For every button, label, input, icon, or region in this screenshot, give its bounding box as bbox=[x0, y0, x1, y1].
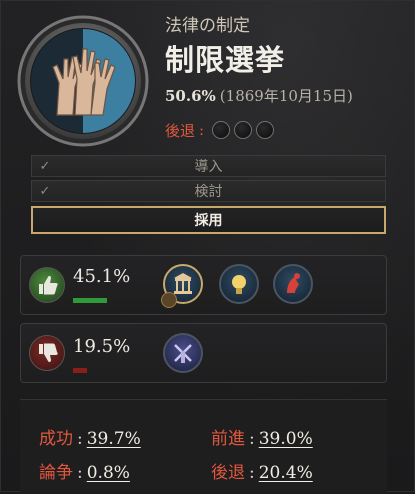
regress-slot-icon bbox=[256, 121, 275, 139]
odds-colon: : bbox=[77, 463, 83, 483]
law-tooltip-panel: 法律の制定 制限選挙 50.6% (1869年10月15日) 後退 : ✓ 導入 … bbox=[0, 0, 415, 494]
stage-label: 検討 bbox=[194, 184, 223, 200]
law-name: 制限選挙 bbox=[165, 43, 286, 77]
odds-advance: 前進:39.0% bbox=[211, 424, 313, 449]
stage-enacted: 採用 bbox=[31, 206, 386, 234]
regress-slot-icon bbox=[212, 121, 231, 139]
odds-regress-label: 後退 bbox=[211, 463, 245, 483]
stage-label: 導入 bbox=[194, 159, 223, 175]
support-percent: 45.1% bbox=[73, 266, 131, 287]
landowners-icon[interactable] bbox=[161, 264, 203, 308]
odds-debate-label: 論争 bbox=[39, 463, 73, 483]
intelligentsia-icon[interactable] bbox=[273, 264, 313, 304]
stage-introduced: ✓ 導入 bbox=[31, 155, 386, 177]
support-bar bbox=[73, 298, 107, 303]
odds-debate: 論争:0.8% bbox=[39, 458, 130, 483]
regress-colon: : bbox=[199, 121, 205, 139]
oppose-percent: 19.5% bbox=[73, 336, 131, 357]
odds-advance-label: 前進 bbox=[211, 429, 245, 449]
odds-colon: : bbox=[77, 429, 83, 449]
progress-date: (1869年10月15日) bbox=[219, 87, 353, 105]
support-box: 45.1% bbox=[20, 255, 387, 315]
industrialists-icon[interactable] bbox=[219, 264, 259, 304]
odds-debate-value[interactable]: 0.8% bbox=[87, 463, 130, 483]
odds-success-label: 成功 bbox=[39, 429, 73, 449]
raised-hands-icon bbox=[15, 13, 151, 149]
regress-slot-icon bbox=[234, 121, 253, 139]
stage-debated: ✓ 検討 bbox=[31, 180, 386, 202]
checkmark-icon: ✓ bbox=[39, 183, 51, 199]
thumbs-down-icon bbox=[29, 335, 65, 371]
rural-folk-icon[interactable] bbox=[163, 333, 203, 373]
progress-percent: 50.6% bbox=[165, 87, 216, 105]
thumbs-up-icon bbox=[29, 267, 65, 303]
oppose-bar bbox=[73, 368, 87, 373]
checkmark-icon: ✓ bbox=[39, 158, 51, 174]
odds-success-value[interactable]: 39.7% bbox=[87, 429, 141, 449]
odds-regress-value[interactable]: 20.4% bbox=[259, 463, 313, 483]
stage-label: 採用 bbox=[194, 213, 223, 229]
odds-regress: 後退:20.4% bbox=[211, 458, 313, 483]
odds-advance-value[interactable]: 39.0% bbox=[259, 429, 313, 449]
regress-indicator: 後退 : bbox=[165, 119, 275, 141]
warning-badge-icon bbox=[161, 292, 177, 308]
odds-colon: : bbox=[249, 463, 255, 483]
regress-label: 後退 bbox=[165, 121, 196, 140]
enactment-odds: 成功:39.7% 前進:39.0% 論争:0.8% 後退:20.4% bbox=[20, 399, 387, 494]
odds-colon: : bbox=[249, 429, 255, 449]
law-progress: 50.6% (1869年10月15日) bbox=[165, 85, 353, 106]
law-category: 法律の制定 bbox=[165, 16, 250, 36]
odds-success: 成功:39.7% bbox=[39, 424, 141, 449]
oppose-box: 19.5% bbox=[20, 323, 387, 383]
